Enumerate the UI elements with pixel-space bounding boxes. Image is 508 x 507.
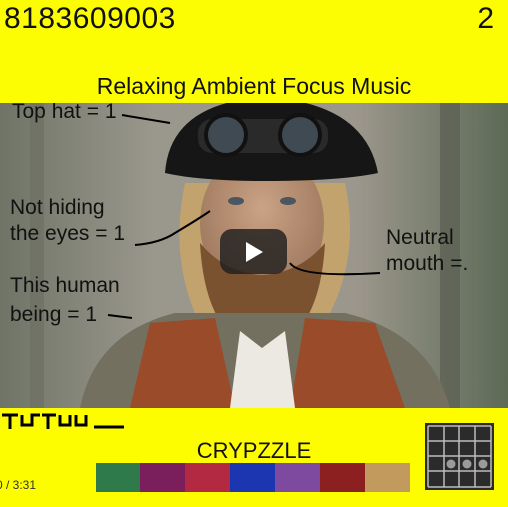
palette-swatch-6[interactable] [320,463,365,492]
annotation-mouth-line1: Neutral [386,226,454,249]
annotation-eyes-line1: Not hiding [10,196,105,219]
palette-swatch-7[interactable] [365,463,410,492]
play-icon [246,242,263,262]
palette-swatch-5[interactable] [275,463,320,492]
annotation-top-hat: Top hat = 1 [12,103,117,123]
annotation-mouth-line2: mouth =. [386,252,469,275]
grid-puzzle-icon[interactable] [425,423,494,490]
maze-glyph-icon [2,413,124,429]
palette-swatch-4[interactable] [230,463,275,492]
level-number: 2 [477,2,494,35]
video-id: 8183609003 [4,2,176,35]
video-title[interactable]: Relaxing Ambient Focus Music [0,73,508,100]
annotation-human-line2: being = 1 [10,303,97,326]
annotation-eyes-line2: the eyes = 1 [10,222,125,245]
palette-swatch-3[interactable] [185,463,230,492]
palette-swatch-2[interactable] [140,463,185,492]
annotation-human-line1: This human [10,274,120,297]
palette-swatch-1[interactable] [96,463,140,492]
header-bar: 8183609003 2 Relaxing Ambient Focus Musi… [0,0,508,104]
play-button[interactable] [220,229,287,274]
time-display: 0 / 3:31 [0,478,37,492]
grid-lines [427,425,492,488]
